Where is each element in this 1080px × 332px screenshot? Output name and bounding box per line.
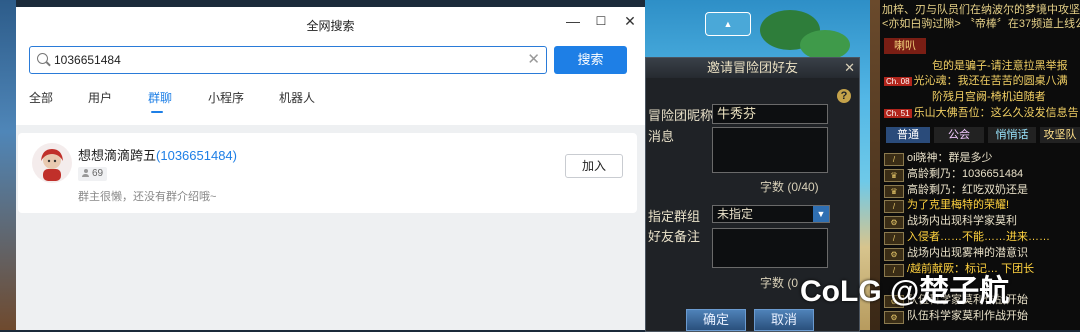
nickname-field[interactable]: 牛秀芬: [712, 104, 828, 124]
confirm-button[interactable]: 确定: [686, 309, 746, 331]
search-tabs: 全部 用户 群聊 小程序 机器人: [16, 89, 645, 117]
help-icon[interactable]: ?: [837, 89, 851, 103]
close-icon[interactable]: ✕: [619, 11, 641, 31]
person-icon: [82, 169, 89, 177]
dialog-close-icon[interactable]: ✕: [844, 60, 855, 76]
horn-tab[interactable]: 喇叭: [884, 38, 926, 54]
maximize-icon[interactable]: ☐: [590, 11, 612, 31]
horn-message: Ch. 51 乐山大佛吾位：这么久没发信息告: [884, 107, 1079, 119]
clear-icon[interactable]: ✕: [527, 50, 540, 70]
search-box: ✕: [29, 46, 547, 74]
group-avatar: [32, 143, 72, 183]
game-background-left: [0, 0, 16, 330]
chevron-down-icon[interactable]: ▼: [813, 206, 829, 222]
member-count-badge: 69: [78, 167, 108, 181]
message-char-count: 字数 (0/40): [760, 180, 819, 194]
chat-tab-raid[interactable]: 攻坚队: [1040, 127, 1080, 143]
note-char-count: 字数 (0: [760, 276, 799, 290]
chat-message: / oi晓神：群是多少: [884, 149, 993, 166]
group-result-card[interactable]: 想想滴滴跨五(1036651484) 69 群主很懒，还没有群介绍哦~ 加入: [18, 133, 637, 213]
tab-all[interactable]: 全部: [29, 89, 53, 106]
search-button[interactable]: 搜索: [554, 46, 627, 74]
search-icon: [37, 53, 48, 64]
group-select-value: 未指定: [717, 207, 754, 221]
join-group-button[interactable]: 加入: [565, 154, 623, 178]
chat-message: ⚙ 战场内出现雾神的潜意识: [884, 244, 1028, 261]
horn-message: 阶残月宫阙-椅机迫随者: [932, 91, 1046, 103]
message-textarea[interactable]: [712, 127, 828, 173]
group-name: 想想滴滴跨五(1036651484): [78, 148, 238, 163]
system-line: <亦如白驹过隙> 〝帝棒〞在37频道上线公: [882, 18, 1080, 30]
tab-bots[interactable]: 机器人: [279, 89, 315, 106]
active-tab-indicator: [151, 111, 163, 113]
chat-tab-normal[interactable]: 普通: [886, 127, 930, 143]
watermark: CoLG @楚子航: [800, 275, 1010, 308]
channel-tag: Ch. 08: [884, 77, 912, 86]
user-badge-icon: ⚙: [884, 311, 904, 324]
search-results: 想想滴滴跨五(1036651484) 69 群主很懒，还没有群介绍哦~ 加入: [16, 125, 645, 330]
chat-message: / 为了克里梅特的荣耀!: [884, 196, 1009, 213]
group-select[interactable]: 未指定 ▼: [712, 205, 830, 223]
group-description: 群主很懒，还没有群介绍哦~: [78, 191, 217, 203]
tab-users[interactable]: 用户: [88, 89, 112, 106]
chat-tabs: 普通 公会 悄悄话 攻坚队: [882, 127, 1080, 143]
tab-group-chats[interactable]: 群聊: [148, 89, 172, 106]
note-label: 好友备注: [648, 229, 701, 244]
nickname-label: 冒险团昵称: [648, 108, 714, 123]
window-title: 全网搜索: [306, 19, 355, 33]
search-input[interactable]: [54, 50, 514, 70]
chat-message: ⚙ 战场内出现科学家莫利: [884, 212, 1017, 229]
horn-message: 包的是骗子-请注意拉黑举报: [932, 60, 1068, 72]
group-label: 指定群组: [648, 209, 701, 224]
horn-message: Ch. 08 光沁魂：我还在苦苦的圆桌八满: [884, 75, 1068, 87]
note-textarea[interactable]: [712, 228, 828, 268]
chat-tab-whisper[interactable]: 悄悄话: [988, 127, 1036, 143]
global-search-window: 全网搜索 — ☐ ✕ ✕ 搜索 全部 用户 群聊 小程序 机器人 想想滴滴: [16, 7, 645, 330]
chat-message: ♛ 高龄剩乃：1036651484: [884, 165, 1023, 182]
dialog-title: 邀请冒险团好友: [646, 58, 859, 78]
channel-tag: Ch. 51: [884, 109, 912, 118]
chat-tab-guild[interactable]: 公会: [934, 127, 984, 143]
group-id: 1036651484: [160, 148, 233, 163]
tab-mini-programs[interactable]: 小程序: [208, 89, 244, 106]
palm-decoration: [800, 30, 850, 60]
message-label: 消息: [648, 129, 675, 144]
minimize-icon[interactable]: —: [562, 11, 584, 31]
chat-message: / 入侵者……不能……进来……: [884, 228, 1050, 245]
cancel-button[interactable]: 取消: [754, 309, 814, 331]
map-location-badge: ▲: [705, 12, 751, 36]
